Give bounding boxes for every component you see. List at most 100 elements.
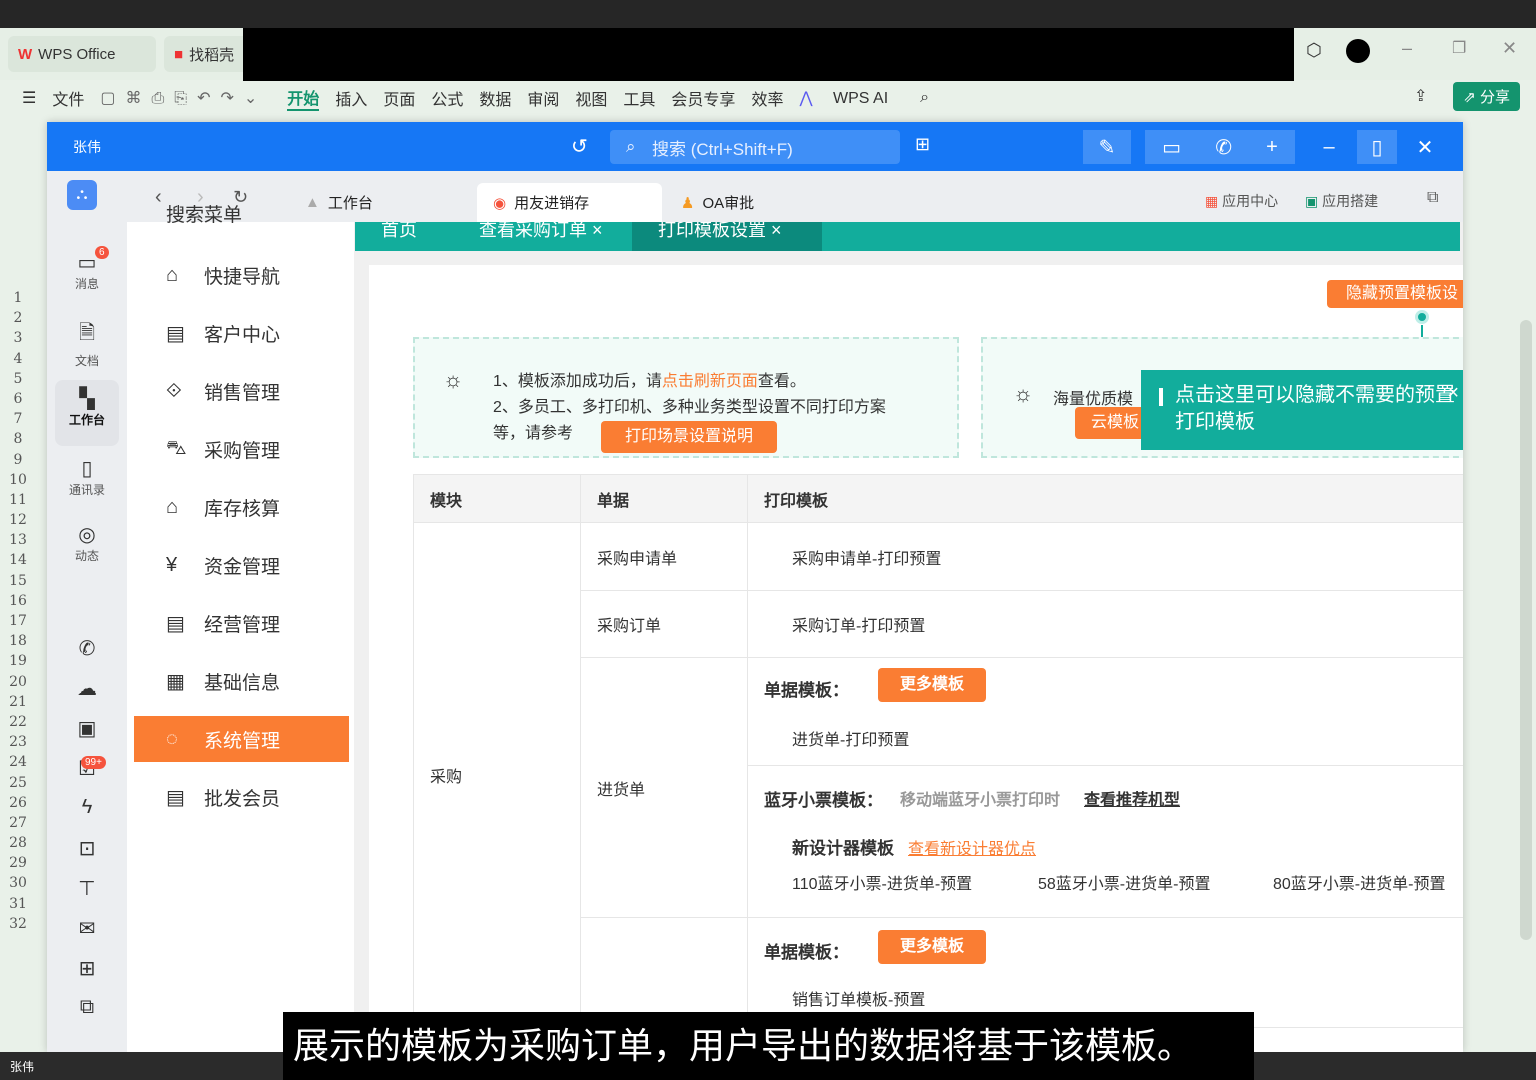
menu-item[interactable]: ¥资金管理	[134, 542, 349, 588]
nav-tab-oa[interactable]: ♟OA审批	[665, 183, 770, 222]
template-link[interactable]: 110蓝牙小票-进货单-预置	[792, 870, 972, 894]
menu-icon[interactable]: ☰	[22, 88, 36, 108]
search-input[interactable]: ⌕搜索 (Ctrl+Shift+F)	[610, 130, 900, 164]
row-number[interactable]: 8	[0, 431, 36, 451]
inner-tab-purchase-order[interactable]: 查看采购订单 ×	[469, 222, 613, 251]
menu-data[interactable]: 数据	[479, 86, 511, 110]
menu-tools[interactable]: 工具	[623, 86, 655, 110]
add-icon[interactable]: +	[1266, 136, 1278, 159]
row-number[interactable]: 5	[0, 371, 36, 391]
org-icon[interactable]: ⛬	[67, 180, 97, 210]
maximize-button[interactable]: ▯	[1357, 130, 1397, 164]
mail-icon[interactable]: ✉	[47, 916, 127, 941]
phone-icon[interactable]: ✆	[47, 636, 127, 661]
more-templates-button[interactable]: 更多模板	[878, 668, 986, 702]
apps-icon[interactable]: ⊞	[915, 134, 930, 155]
phone-icon[interactable]: ✆	[1215, 135, 1232, 160]
avatar[interactable]	[1346, 39, 1370, 63]
recommended-models-link[interactable]: 查看推荐机型	[1084, 786, 1180, 810]
rail-contacts[interactable]: ▯通讯录	[47, 456, 127, 498]
menu-item[interactable]: ▤客户中心	[134, 310, 349, 356]
vertical-scrollbar[interactable]	[1520, 320, 1532, 940]
row-number[interactable]: 3	[0, 330, 36, 350]
template-link[interactable]: 销售订单模板-预置	[792, 986, 925, 1010]
rail-workbench[interactable]: ▚工作台	[55, 380, 119, 446]
menu-efficiency[interactable]: 效率	[751, 86, 783, 110]
menu-item[interactable]: ⌂快捷导航	[134, 252, 349, 298]
row-number[interactable]: 27	[0, 815, 36, 835]
cloud-upload-icon[interactable]: ⇪	[1414, 86, 1427, 106]
menu-item[interactable]: ⟐销售管理	[134, 368, 349, 414]
template-link[interactable]: 58蓝牙小票-进货单-预置	[1038, 870, 1210, 894]
cloud-icon[interactable]: ☁	[47, 676, 127, 701]
menu-item[interactable]: ▤经营管理	[134, 600, 349, 646]
tab-wps-office[interactable]: WWPS Office	[8, 36, 156, 72]
row-number[interactable]: 22	[0, 714, 36, 734]
row-number[interactable]: 2	[0, 310, 36, 330]
app-center-link[interactable]: ▦ 应用中心	[1205, 191, 1278, 211]
row-number[interactable]: 7	[0, 411, 36, 431]
row-number[interactable]: 20	[0, 674, 36, 694]
calendar-icon[interactable]: ▣	[47, 716, 127, 741]
add-app-icon[interactable]: ⊞	[47, 956, 127, 981]
row-number[interactable]: 30	[0, 875, 36, 895]
approval-icon[interactable]: ⊡	[47, 836, 127, 861]
row-number[interactable]: 29	[0, 855, 36, 875]
minimize-icon[interactable]: –	[1402, 38, 1412, 59]
menu-item[interactable]: ⌂库存核算	[134, 484, 349, 530]
row-number[interactable]: 18	[0, 633, 36, 653]
row-number[interactable]: 25	[0, 775, 36, 795]
more-templates-button[interactable]: 更多模板	[878, 930, 986, 964]
history-icon[interactable]: ↺	[571, 134, 588, 159]
inner-tab-home[interactable]: 首页	[371, 222, 427, 251]
rail-docs[interactable]: 🗎文档	[47, 318, 127, 369]
quick-access-icons[interactable]: ▢⌘⎙⎘↶↷⌄	[100, 88, 267, 108]
inner-tab-print-template[interactable]: 打印模板设置 ×	[632, 222, 822, 251]
copy-icon[interactable]: ⧉	[47, 996, 127, 1019]
menu-member[interactable]: 会员专享	[671, 86, 735, 110]
tab-docer[interactable]: ■找稻壳	[164, 36, 254, 72]
template-link[interactable]: 采购订单-打印预置	[748, 591, 1464, 658]
menu-item[interactable]: ◌系统管理	[134, 716, 349, 762]
row-number[interactable]: 1	[0, 290, 36, 310]
row-number[interactable]: 23	[0, 734, 36, 754]
ai-button[interactable]: ✎	[1083, 130, 1131, 164]
rail-messages[interactable]: ▭消息6	[47, 250, 127, 292]
minimize-button[interactable]: –	[1305, 130, 1353, 164]
menu-page[interactable]: 页面	[383, 86, 415, 110]
lightning-icon[interactable]: ϟ	[47, 796, 127, 819]
popout-icon[interactable]: ⧉	[1427, 189, 1438, 207]
cube-icon[interactable]: ⬡	[1306, 40, 1322, 61]
screen-icon[interactable]: ▭	[1162, 135, 1181, 160]
template-link[interactable]: 采购申请单-打印预置	[748, 523, 1464, 591]
search-icon[interactable]: ⌕	[920, 89, 929, 107]
rail-moments[interactable]: ◎动态	[47, 522, 127, 564]
new-designer-link[interactable]: 查看新设计器优点	[908, 835, 1036, 859]
print-scene-button[interactable]: 打印场景设置说明	[601, 421, 777, 453]
close-icon[interactable]: ✕	[1502, 38, 1517, 59]
row-number[interactable]: 4	[0, 351, 36, 371]
row-number[interactable]: 32	[0, 916, 36, 936]
row-number[interactable]: 11	[0, 492, 36, 512]
menu-view[interactable]: 视图	[575, 86, 607, 110]
row-number[interactable]: 24	[0, 754, 36, 774]
tooltip-close-button[interactable]: ×	[1447, 380, 1459, 407]
row-number[interactable]: 14	[0, 552, 36, 572]
todo-icon[interactable]: ☑99+	[47, 756, 127, 781]
menu-item[interactable]: ▤批发会员	[134, 774, 349, 820]
row-number[interactable]: 13	[0, 532, 36, 552]
template-link[interactable]: 进货单-打印预置	[792, 726, 909, 750]
template-link[interactable]: 80蓝牙小票-进货单-预置	[1273, 870, 1445, 894]
refresh-link[interactable]: 点击刷新页面	[662, 373, 758, 390]
menu-start[interactable]: 开始	[287, 85, 319, 111]
close-button[interactable]: ✕	[1401, 130, 1449, 164]
row-number[interactable]: 12	[0, 512, 36, 532]
row-number[interactable]: 31	[0, 896, 36, 916]
hide-preset-button[interactable]: 隐藏预置模板设	[1327, 280, 1463, 308]
row-number[interactable]: 16	[0, 593, 36, 613]
row-number[interactable]: 17	[0, 613, 36, 633]
row-number[interactable]: 10	[0, 472, 36, 492]
row-number[interactable]: 6	[0, 391, 36, 411]
row-number[interactable]: 21	[0, 694, 36, 714]
app-build-link[interactable]: ▣ 应用搭建	[1305, 191, 1378, 211]
